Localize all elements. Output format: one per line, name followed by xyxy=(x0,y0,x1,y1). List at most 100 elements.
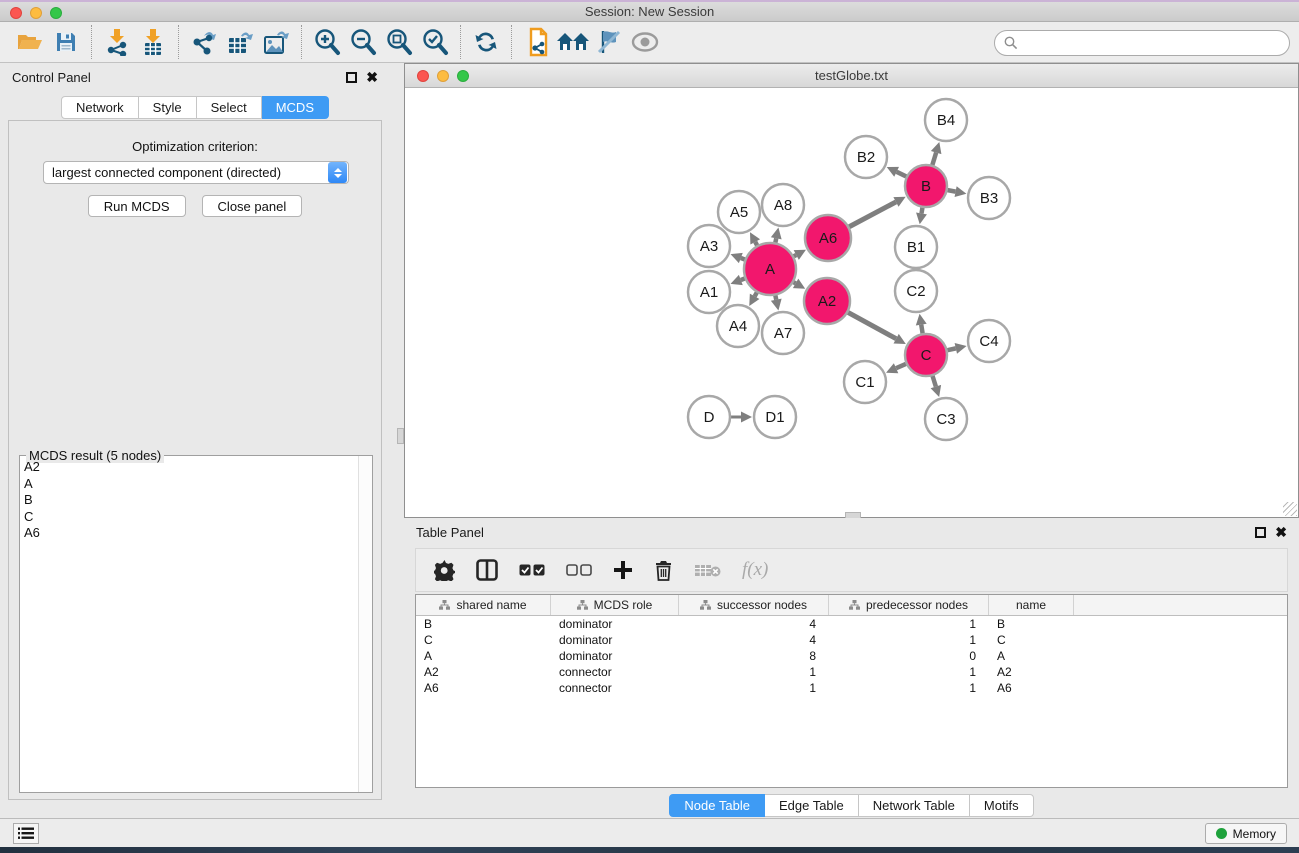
table-cell[interactable]: 1 xyxy=(679,680,829,696)
column-header-MCDS-role[interactable]: MCDS role xyxy=(551,595,679,615)
table-cell[interactable]: dominator xyxy=(551,616,679,632)
tab-motifs[interactable]: Motifs xyxy=(970,794,1034,817)
show-column-button[interactable] xyxy=(476,558,498,582)
edge-C-C1[interactable] xyxy=(896,364,906,368)
edge-A-A8[interactable] xyxy=(775,238,776,242)
minimize-window-icon[interactable] xyxy=(30,7,42,19)
column-header-predecessor-nodes[interactable]: predecessor nodes xyxy=(829,595,989,615)
table-row[interactable]: A6connector11A6 xyxy=(416,680,1287,696)
search-input[interactable] xyxy=(994,30,1290,56)
column-header-successor-nodes[interactable]: successor nodes xyxy=(679,595,829,615)
edge-C-C2[interactable] xyxy=(921,325,922,334)
apply-layout-button[interactable] xyxy=(468,26,504,58)
edge-C-C4[interactable] xyxy=(947,348,955,350)
table-cell[interactable]: connector xyxy=(551,680,679,696)
run-mcds-button[interactable]: Run MCDS xyxy=(88,195,186,217)
table-cell[interactable]: C xyxy=(416,632,551,648)
divider-handle[interactable] xyxy=(397,428,404,444)
table-cell[interactable]: 4 xyxy=(679,632,829,648)
import-network-button[interactable] xyxy=(99,26,135,58)
memory-button[interactable]: Memory xyxy=(1205,823,1287,844)
edge-C-C3[interactable] xyxy=(933,376,936,387)
table-cell[interactable]: A2 xyxy=(416,664,551,680)
criterion-dropdown[interactable]: largest connected component (directed) xyxy=(43,161,349,184)
float-table-panel-icon[interactable] xyxy=(1255,527,1266,538)
network-window-titlebar[interactable]: testGlobe.txt xyxy=(405,64,1298,88)
result-item[interactable]: A6 xyxy=(24,525,358,542)
edge-A-A7[interactable] xyxy=(775,295,776,299)
maximize-window-icon[interactable] xyxy=(50,7,62,19)
close-table-panel-icon[interactable]: ✖ xyxy=(1275,527,1287,538)
resize-grip-icon[interactable] xyxy=(1283,502,1297,516)
edge-A-A5[interactable] xyxy=(755,242,757,245)
add-column-button[interactable] xyxy=(613,558,633,582)
edge-A-A1[interactable] xyxy=(741,279,745,280)
edge-A-A4[interactable] xyxy=(755,293,757,297)
table-cell[interactable]: 1 xyxy=(679,664,829,680)
save-session-button[interactable] xyxy=(48,26,84,58)
table-cell[interactable]: A6 xyxy=(416,680,551,696)
show-panels-button[interactable] xyxy=(13,823,39,844)
delete-table-button[interactable] xyxy=(694,558,721,582)
tab-edge-table[interactable]: Edge Table xyxy=(765,794,859,817)
close-panel-button[interactable]: Close panel xyxy=(202,195,303,217)
network-canvas[interactable]: AA1A2A3A4A5A6A7A8BB1B2B3B4CC1C2C3C4DD1 xyxy=(405,88,1298,517)
table-cell[interactable]: 1 xyxy=(829,680,989,696)
edge-A-A6[interactable] xyxy=(794,255,796,256)
table-row[interactable]: Adominator80A xyxy=(416,648,1287,664)
edge-B-B1[interactable] xyxy=(922,208,923,214)
table-row[interactable]: Bdominator41B xyxy=(416,616,1287,632)
tab-mcds[interactable]: MCDS xyxy=(262,96,329,119)
result-item[interactable]: C xyxy=(24,509,358,526)
import-table-button[interactable] xyxy=(135,26,171,58)
zoom-in-button[interactable] xyxy=(309,26,345,58)
table-cell[interactable]: A xyxy=(416,648,551,664)
table-cell[interactable]: C xyxy=(989,632,1074,648)
table-cell[interactable]: A2 xyxy=(989,664,1074,680)
deselect-all-button[interactable] xyxy=(566,558,592,582)
zoom-out-button[interactable] xyxy=(345,26,381,58)
zoom-fit-button[interactable] xyxy=(381,26,417,58)
column-header-name[interactable]: name xyxy=(989,595,1074,615)
function-builder-button[interactable]: f(x) xyxy=(742,558,768,582)
table-cell[interactable]: 4 xyxy=(679,616,829,632)
network-maximize-icon[interactable] xyxy=(457,70,469,82)
edge-B-B4[interactable] xyxy=(932,153,936,165)
export-image-button[interactable] xyxy=(258,26,294,58)
edge-A-A2[interactable] xyxy=(794,282,796,283)
table-options-button[interactable] xyxy=(434,558,455,582)
tab-node-table[interactable]: Node Table xyxy=(669,794,765,817)
network-graph[interactable]: AA1A2A3A4A5A6A7A8BB1B2B3B4CC1C2C3C4DD1 xyxy=(405,88,1298,517)
tab-network-table[interactable]: Network Table xyxy=(859,794,970,817)
show-graphics-details-button[interactable] xyxy=(627,26,663,58)
tab-network[interactable]: Network xyxy=(61,96,139,119)
table-cell[interactable]: dominator xyxy=(551,632,679,648)
table-cell[interactable]: 0 xyxy=(829,648,989,664)
table-cell[interactable]: B xyxy=(416,616,551,632)
open-file-button[interactable] xyxy=(12,26,48,58)
column-header-shared-name[interactable]: shared name xyxy=(416,595,551,615)
table-cell[interactable]: 1 xyxy=(829,664,989,680)
close-window-icon[interactable] xyxy=(10,7,22,19)
result-scrollbar[interactable] xyxy=(358,456,372,792)
zoom-selected-button[interactable] xyxy=(417,26,453,58)
edge-A2-C[interactable] xyxy=(848,312,896,338)
table-cell[interactable]: dominator xyxy=(551,648,679,664)
float-panel-icon[interactable] xyxy=(346,72,357,83)
table-cell[interactable]: 8 xyxy=(679,648,829,664)
home-pages-button[interactable] xyxy=(555,26,591,58)
table-row[interactable]: A2connector11A2 xyxy=(416,664,1287,680)
edge-A-A3[interactable] xyxy=(741,258,745,259)
table-cell[interactable]: A xyxy=(989,648,1074,664)
edge-A6-B[interactable] xyxy=(849,202,896,227)
network-close-icon[interactable] xyxy=(417,70,429,82)
table-cell[interactable]: 1 xyxy=(829,632,989,648)
delete-columns-button[interactable] xyxy=(654,558,673,582)
table-cell[interactable]: B xyxy=(989,616,1074,632)
mcds-result-list[interactable]: A2ABCA6 xyxy=(20,456,358,792)
edge-B-B3[interactable] xyxy=(948,190,956,192)
edge-B-B2[interactable] xyxy=(897,172,907,177)
tab-select[interactable]: Select xyxy=(197,96,262,119)
network-minimize-icon[interactable] xyxy=(437,70,449,82)
table-cell[interactable]: connector xyxy=(551,664,679,680)
